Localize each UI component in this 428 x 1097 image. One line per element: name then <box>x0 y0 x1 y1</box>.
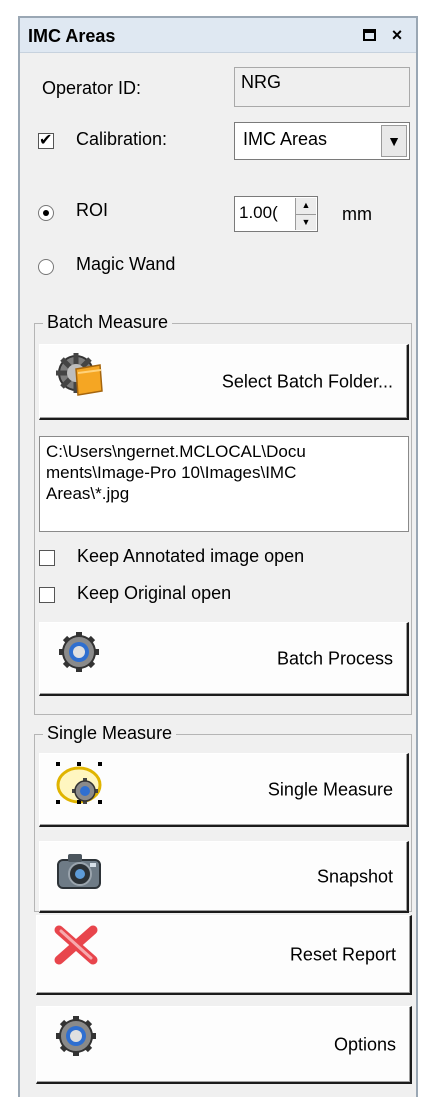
roi-unit-label: mm <box>342 204 372 224</box>
panel-title: IMC Areas <box>28 26 116 46</box>
close-icon[interactable]: × <box>386 24 408 46</box>
roi-label: ROI <box>76 200 109 220</box>
batch-measure-group: Batch Measure Select Batch Folder... C:\… <box>34 312 412 715</box>
calibration-select[interactable]: IMC Areas ▼ <box>234 122 410 160</box>
camera-icon <box>57 854 101 889</box>
roi-size-spinner[interactable]: 1.00( ▲ ▼ <box>234 196 318 232</box>
calibration-label: Calibration: <box>76 129 168 149</box>
options-button[interactable]: Options <box>36 1006 412 1084</box>
chevron-down-icon[interactable]: ▼ <box>381 125 407 157</box>
snapshot-label: Snapshot <box>316 866 393 886</box>
calibration-checkbox[interactable] <box>38 130 54 149</box>
batch-folder-path: C:\Users\ngernet.MCLOCAL\Docu ments\Imag… <box>39 436 409 532</box>
roi-gear-icon <box>56 762 102 804</box>
roi-size-value: 1.00( <box>239 203 278 222</box>
keep-original-label: Keep Original open <box>77 583 232 603</box>
keep-annotated-checkbox[interactable] <box>39 550 55 566</box>
red-x-icon <box>54 925 98 965</box>
calibration-value: IMC Areas <box>243 129 328 149</box>
imc-areas-panel: IMC Areas × Operator ID: NRG Calibration… <box>18 16 418 1097</box>
batch-process-button[interactable]: Batch Process <box>39 622 409 696</box>
reset-report-button[interactable]: Reset Report <box>36 915 412 995</box>
select-batch-folder-label: Select Batch Folder... <box>221 371 393 391</box>
keep-original-checkbox[interactable] <box>39 587 55 603</box>
keep-annotated-label: Keep Annotated image open <box>77 546 305 566</box>
maximize-icon[interactable] <box>358 24 380 46</box>
snapshot-button[interactable]: Snapshot <box>39 841 409 913</box>
single-measure-group: Single Measure Single Measure Snapshot <box>34 723 412 913</box>
spin-up-icon[interactable]: ▲ <box>296 198 316 215</box>
folder-gear-icon <box>56 353 103 396</box>
operator-id-field[interactable]: NRG <box>234 67 410 107</box>
gear-icon <box>56 1016 96 1056</box>
gear-icon <box>59 632 99 672</box>
reset-report-label: Reset Report <box>289 944 396 964</box>
title-bar: IMC Areas × <box>20 18 416 53</box>
operator-id-value: NRG <box>241 72 281 92</box>
single-measure-label: Single Measure <box>43 723 177 744</box>
magic-wand-radio[interactable] <box>38 259 54 275</box>
single-measure-button-label: Single Measure <box>267 779 393 799</box>
batch-measure-label: Batch Measure <box>43 312 173 333</box>
options-label: Options <box>333 1034 396 1054</box>
roi-radio[interactable] <box>38 205 54 221</box>
batch-process-label: Batch Process <box>276 648 393 668</box>
spin-down-icon[interactable]: ▼ <box>296 215 316 231</box>
single-measure-button[interactable]: Single Measure <box>39 753 409 827</box>
magic-wand-label: Magic Wand <box>76 254 176 274</box>
select-batch-folder-button[interactable]: Select Batch Folder... <box>39 344 409 420</box>
operator-id-label: Operator ID: <box>42 78 142 98</box>
